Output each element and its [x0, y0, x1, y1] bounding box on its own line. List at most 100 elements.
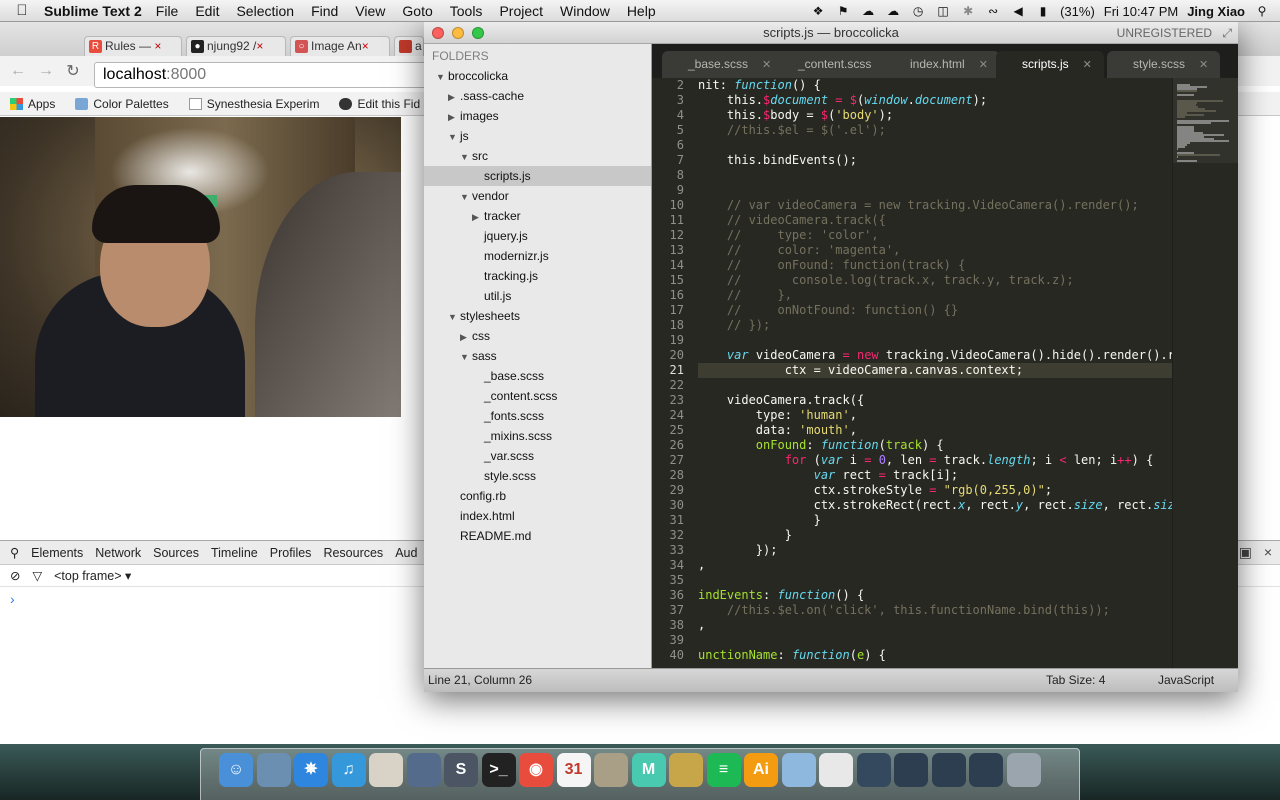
tab-resources[interactable]: Resources [323, 546, 383, 560]
code-line[interactable]: } [698, 513, 1172, 528]
code-line[interactable] [698, 138, 1172, 153]
disclosure-closed-icon[interactable]: ▶ [448, 87, 460, 107]
code-line[interactable]: data: 'mouth', [698, 423, 1172, 438]
code-line[interactable]: // videoCamera.track({ [698, 213, 1172, 228]
tree-file[interactable]: README.md [424, 526, 651, 546]
code-line[interactable]: indEvents: function() { [698, 588, 1172, 603]
browser-tab-partial[interactable]: a [394, 36, 424, 56]
code-line[interactable] [698, 378, 1172, 393]
address-bar[interactable]: localhost:8000 [94, 62, 434, 88]
screenshot-icon[interactable] [856, 753, 891, 787]
close-tab-icon[interactable]: ✕ [979, 59, 988, 71]
code-line[interactable]: unctionName: function(e) { [698, 648, 1172, 663]
code-line[interactable]: // }, [698, 288, 1172, 303]
cloud-icon[interactable]: ☁ [860, 4, 876, 18]
tab-sources[interactable]: Sources [153, 546, 199, 560]
tree-file[interactable]: index.html [424, 506, 651, 526]
menu-window[interactable]: Window [560, 3, 610, 19]
time-machine-icon[interactable]: ◷ [910, 4, 926, 18]
photos-icon[interactable] [406, 753, 441, 787]
tree-file[interactable]: modernizr.js [424, 246, 651, 266]
disclosure-open-icon[interactable]: ▼ [436, 67, 448, 87]
code-line[interactable]: ctx = videoCamera.canvas.context; [698, 363, 1172, 378]
spotlight-search-icon[interactable]: ⚲ [1254, 4, 1270, 18]
code-line[interactable]: }); [698, 543, 1172, 558]
code-line[interactable]: this.$body = $('body'); [698, 108, 1172, 123]
code-line[interactable]: , [698, 558, 1172, 573]
tree-file[interactable]: _mixins.scss [424, 426, 651, 446]
code-line[interactable]: , [698, 618, 1172, 633]
code-line[interactable]: for (var i = 0, len = track.length; i < … [698, 453, 1172, 468]
close-tab-icon[interactable]: × [256, 39, 263, 53]
code-line[interactable]: this.bindEvents(); [698, 153, 1172, 168]
disclosure-open-icon[interactable]: ▼ [460, 187, 472, 207]
menu-project[interactable]: Project [499, 3, 543, 19]
tree-file[interactable]: _var.scss [424, 446, 651, 466]
code-line[interactable]: // console.log(track.x, track.y, track.z… [698, 273, 1172, 288]
minimap[interactable] [1172, 78, 1239, 668]
close-window-icon[interactable] [432, 27, 444, 39]
code-line[interactable]: var rect = track[i]; [698, 468, 1172, 483]
terminal-icon[interactable]: >_ [481, 753, 516, 787]
code-line[interactable] [698, 168, 1172, 183]
editor-tab[interactable]: _base.scss ✕ [662, 51, 784, 78]
display-icon[interactable]: ◫ [935, 4, 951, 18]
tree-file[interactable]: scripts.js [424, 166, 651, 186]
code-line[interactable]: //this.$el.on('click', this.functionName… [698, 603, 1172, 618]
menu-file[interactable]: File [156, 3, 179, 19]
code-line[interactable]: } [698, 528, 1172, 543]
code-line[interactable]: type: 'human', [698, 408, 1172, 423]
bookmark-icon[interactable]: ⚑ [835, 4, 851, 18]
code-line[interactable]: // type: 'color', [698, 228, 1172, 243]
code-line[interactable]: ctx.strokeStyle = "rgb(0,255,0)"; [698, 483, 1172, 498]
tree-file[interactable]: util.js [424, 286, 651, 306]
bookmark-color-palettes[interactable]: Color Palettes [75, 97, 169, 111]
chrome-icon[interactable]: ◉ [519, 753, 553, 787]
code-line[interactable]: onFound: function(track) { [698, 438, 1172, 453]
code-line[interactable]: // color: 'magenta', [698, 243, 1172, 258]
tree-folder[interactable]: ▼ js [424, 126, 651, 146]
code-line[interactable]: this.$document = $(window.document); [698, 93, 1172, 108]
editor-tab[interactable]: scripts.js ✕ [996, 51, 1104, 78]
code-line[interactable]: // var videoCamera = new tracking.VideoC… [698, 198, 1172, 213]
tree-folder[interactable]: ▼ broccolicka [424, 66, 651, 86]
disclosure-open-icon[interactable]: ▼ [460, 147, 472, 167]
spotify-icon[interactable]: ≡ [706, 753, 741, 787]
minimized-window-icon-3[interactable] [969, 753, 1003, 787]
tree-file[interactable]: tracking.js [424, 266, 651, 286]
code-line[interactable] [698, 333, 1172, 348]
bookmark-synesthesia[interactable]: Synesthesia Experim [188, 97, 319, 111]
tree-file[interactable]: config.rb [424, 486, 651, 506]
tree-folder[interactable]: ▼ stylesheets [424, 306, 651, 326]
bluetooth-icon[interactable]: ✱ [960, 4, 976, 18]
sublime-dock-icon[interactable]: S [444, 753, 478, 787]
app-menu[interactable]: Sublime Text 2 [44, 3, 142, 19]
close-tab-icon[interactable]: ✕ [1199, 59, 1208, 71]
disclosure-closed-icon[interactable]: ▶ [448, 107, 460, 127]
bookmark-edit-fiddle[interactable]: Edit this Fid [339, 97, 420, 111]
back-arrow-icon[interactable]: ← [10, 62, 26, 80]
tab-audits[interactable]: Aud [395, 546, 417, 560]
finder-icon[interactable]: ☺ [219, 753, 253, 787]
tree-file[interactable]: _content.scss [424, 386, 651, 406]
code-line[interactable] [698, 183, 1172, 198]
tab-profiles[interactable]: Profiles [270, 546, 312, 560]
syntax-select[interactable]: JavaScript [1158, 669, 1214, 692]
cloud-sync-icon[interactable]: ☁ [885, 4, 901, 18]
preview-icon[interactable] [256, 753, 291, 787]
browser-tab-rules[interactable]: R Rules — × [84, 36, 182, 56]
disclosure-open-icon[interactable]: ▼ [460, 347, 472, 367]
close-tab-icon[interactable]: × [154, 39, 161, 53]
textedit-icon[interactable] [369, 753, 403, 787]
minimize-window-icon[interactable] [452, 27, 464, 39]
downloads-folder-icon[interactable] [781, 753, 816, 787]
disclosure-closed-icon[interactable]: ▶ [472, 207, 484, 227]
tree-file[interactable]: _base.scss [424, 366, 651, 386]
disclosure-closed-icon[interactable]: ▶ [460, 327, 472, 347]
safari-icon[interactable]: ✵ [294, 753, 328, 787]
dock-toggle-icon[interactable]: ▣ [1239, 544, 1252, 560]
latex-icon[interactable] [594, 753, 628, 787]
tree-folder[interactable]: ▼ src [424, 146, 651, 166]
volume-icon[interactable]: ◀ [1010, 4, 1026, 18]
code-view[interactable]: 2 3 4 5 6 7 8 9 10 11 12 13 14 15 16 17 18 19 20 21 22 23 24 25… [652, 78, 1172, 668]
